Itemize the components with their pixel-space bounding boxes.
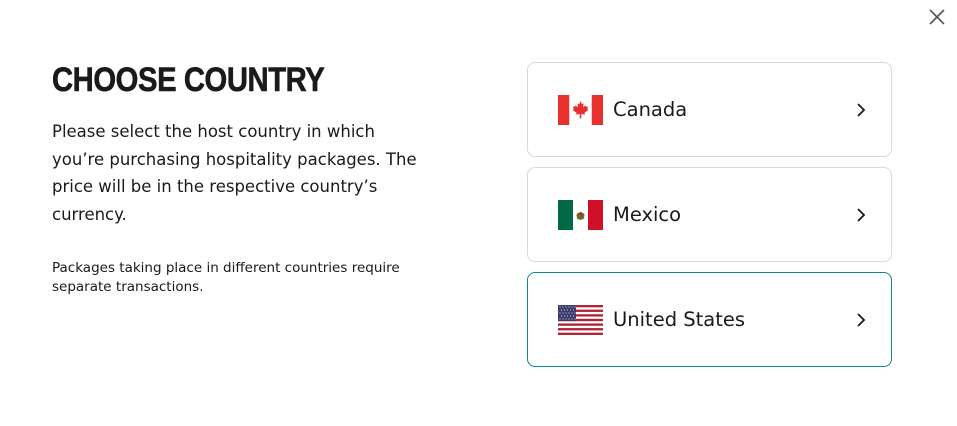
info-panel: CHOOSE COUNTRY Please select the host co…: [52, 62, 432, 296]
dialog-note: Packages taking place in different count…: [52, 260, 400, 295]
dialog-description: Please select the host country in which …: [52, 122, 417, 224]
country-options: Canada Mexico United States: [527, 62, 892, 377]
country-label-united-states: United States: [613, 308, 746, 331]
close-icon: [929, 9, 945, 25]
chevron-right-icon: [857, 102, 866, 117]
usa-flag-icon: [558, 304, 603, 335]
canada-flag-icon: [558, 94, 603, 125]
country-label-mexico: Mexico: [613, 203, 682, 226]
chevron-right-icon: [857, 207, 866, 222]
country-option-united-states[interactable]: United States: [527, 272, 892, 367]
country-option-mexico[interactable]: Mexico: [527, 167, 892, 262]
chevron-right-icon: [857, 312, 866, 327]
close-button[interactable]: [927, 7, 947, 27]
dialog-title: CHOOSE COUNTRY: [52, 61, 325, 99]
country-option-canada[interactable]: Canada: [527, 62, 892, 157]
choose-country-dialog: CHOOSE COUNTRY Please select the host co…: [0, 0, 957, 426]
mexico-flag-icon: [558, 199, 603, 230]
country-label-canada: Canada: [613, 98, 688, 121]
